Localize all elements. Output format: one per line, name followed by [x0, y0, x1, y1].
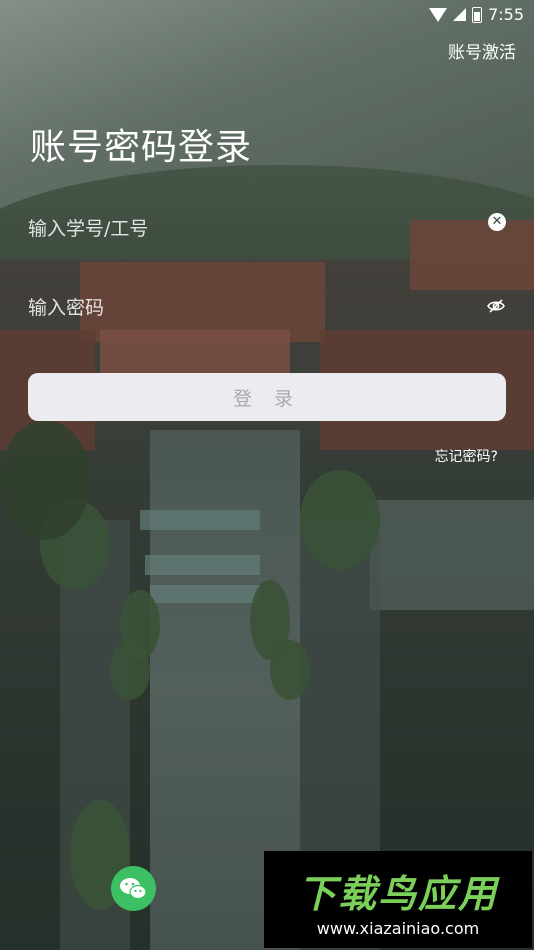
clear-icon[interactable]: ✕ [488, 213, 506, 231]
eye-off-icon[interactable] [486, 296, 506, 316]
activate-account-link[interactable]: 账号激活 [448, 38, 516, 63]
watermark-url: www.xiazainiao.com [316, 919, 480, 938]
wifi-icon [429, 7, 448, 22]
status-time: 7:55 [488, 5, 524, 24]
login-button[interactable]: 登 录 [28, 373, 506, 421]
status-bar: 7:55 [0, 0, 534, 30]
watermark-title: 下载鸟应用 [297, 872, 498, 916]
student-id-field-row: ✕ [28, 211, 506, 247]
wechat-login-button[interactable] [111, 866, 156, 911]
student-id-input[interactable] [28, 211, 468, 247]
password-input[interactable] [28, 290, 468, 326]
page-title: 账号密码登录 [30, 127, 253, 168]
password-field-row [28, 290, 506, 326]
signal-icon [453, 8, 467, 21]
watermark-logo: 下载鸟应用 www.xiazainiao.com [264, 851, 532, 948]
wechat-icon [120, 878, 147, 900]
forgot-password-link[interactable]: 忘记密码? [435, 446, 498, 466]
battery-icon [472, 6, 483, 23]
